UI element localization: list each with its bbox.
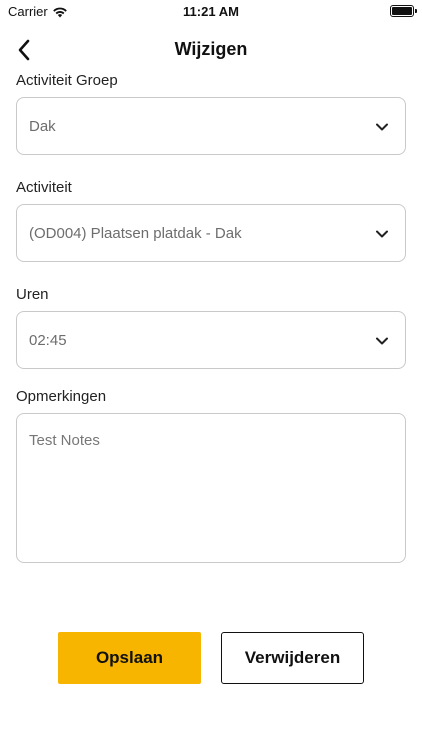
remarks-textarea[interactable]: Test Notes: [16, 413, 406, 563]
save-button[interactable]: Opslaan: [58, 632, 201, 684]
clock: 11:21 AM: [183, 4, 239, 19]
battery-icon: [390, 5, 417, 17]
page-title: Wijzigen: [174, 39, 248, 59]
battery-level: [392, 7, 412, 15]
hours-select[interactable]: 02:45: [16, 311, 406, 369]
navigation-bar: Wijzigen: [0, 28, 422, 72]
delete-button[interactable]: Verwijderen: [221, 632, 364, 684]
activity-group-value: Dak: [29, 117, 56, 135]
activity-group-label: Activiteit Groep: [16, 72, 118, 89]
activity-group-select[interactable]: Dak: [16, 97, 406, 155]
activity-value: (OD004) Plaatsen platdak - Dak: [29, 224, 242, 242]
hours-value: 02:45: [29, 331, 67, 349]
chevron-down-icon: [376, 230, 388, 238]
hours-label: Uren: [16, 286, 49, 303]
remarks-label: Opmerkingen: [16, 388, 107, 405]
chevron-down-icon: [376, 123, 388, 131]
activity-label: Activiteit: [16, 179, 72, 196]
activity-select[interactable]: (OD004) Plaatsen platdak - Dak: [16, 204, 406, 262]
chevron-down-icon: [376, 337, 388, 345]
edit-screen: Carrier 11:21 AM Wijzigen Activiteit Gro…: [0, 0, 422, 750]
status-bar: Carrier 11:21 AM: [0, 0, 422, 24]
